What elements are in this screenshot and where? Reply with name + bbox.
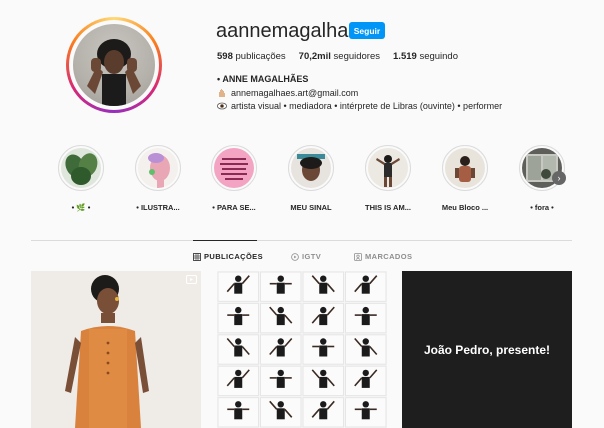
following-label: seguindo — [419, 51, 458, 62]
posts-label: publicações — [235, 51, 286, 62]
dancer-frame — [302, 397, 344, 428]
profile-stats: 598 publicações 70,2mil seguidores 1.519… — [217, 51, 458, 62]
portrait-icon — [455, 156, 475, 182]
post-caption-text: João Pedro, presente! — [423, 342, 551, 357]
dancer-frame — [345, 271, 387, 302]
post-thumbnail[interactable] — [217, 271, 387, 428]
highlight-item[interactable]: • ILUSTRA... — [126, 145, 190, 212]
highlight-label: Meu Bloco ... — [441, 203, 489, 212]
dancer-frame — [260, 397, 302, 428]
tab-label: MARCADOS — [365, 252, 413, 261]
highlight-item[interactable]: • PARA SE... — [202, 145, 266, 212]
post-photo-dance-grid — [217, 271, 387, 428]
tagged-icon — [354, 252, 362, 261]
dancer-frame — [260, 334, 302, 365]
tab-label: PUBLICAÇÕES — [204, 252, 263, 261]
dancer-frame — [217, 334, 259, 365]
bio-description: artista visual • mediadora • intérprete … — [231, 101, 503, 111]
active-tab-indicator — [193, 240, 257, 241]
avatar-illustration — [87, 39, 141, 106]
chevron-right-icon: › — [557, 173, 561, 183]
highlight-label: • fora • — [530, 203, 554, 212]
avatar-ring-gap — [69, 20, 159, 110]
highlight-label: THIS IS AM... — [365, 203, 411, 212]
dancer-frame — [345, 365, 387, 397]
highlight-label: • 🌿 • — [71, 203, 91, 212]
dancer-frame — [345, 302, 387, 334]
highlight-label: • PARA SE... — [212, 203, 256, 212]
avatar-photo — [73, 24, 155, 106]
post-thumbnail[interactable] — [31, 271, 201, 428]
dancer-frame — [217, 365, 259, 397]
highlight-item[interactable]: MEU SINAL — [279, 145, 343, 212]
story-highlights: • 🌿 • • ILUSTRA... • PARA SE... MEU SINA… — [58, 145, 580, 215]
tab-marcados[interactable]: MARCADOS — [354, 252, 412, 261]
dancer-frame — [302, 365, 344, 397]
posts-stat[interactable]: 598 publicações — [217, 51, 286, 62]
eye-icon — [217, 102, 227, 110]
following-count: 1.519 — [393, 51, 417, 62]
highlight-item[interactable]: • 🌿 • — [49, 145, 113, 212]
highlight-ring — [211, 145, 257, 191]
bio-email-line: annemagalhaes.art@gmail.com — [217, 88, 358, 98]
dancer-frame — [260, 365, 302, 397]
dancer-frame — [217, 302, 259, 334]
highlight-ring — [135, 145, 181, 191]
illustration-icon — [148, 153, 170, 188]
bio-email[interactable]: annemagalhaes.art@gmail.com — [231, 88, 358, 98]
follow-button[interactable]: Seguir — [349, 22, 385, 39]
highlight-item[interactable]: THIS IS AM... — [356, 145, 420, 212]
highlight-thumbnail — [138, 148, 178, 188]
video-icon — [186, 275, 197, 284]
highlight-thumbnail — [61, 148, 101, 188]
followers-stat[interactable]: 70,2mil seguidores — [299, 51, 380, 62]
dancer-frame — [302, 271, 344, 302]
dancer-frame — [260, 271, 302, 302]
dancer-icon — [376, 155, 400, 187]
tab-label: IGTV — [302, 252, 322, 261]
text-card-icon — [220, 158, 248, 180]
dancer-frame — [217, 271, 259, 302]
post-photo-woman-orange-dress — [31, 271, 201, 428]
followers-label: seguidores — [333, 51, 381, 62]
post-thumbnail[interactable]: João Pedro, presente! — [402, 271, 572, 428]
highlight-thumbnail — [445, 148, 485, 188]
highlights-next-button[interactable]: › — [552, 171, 566, 185]
dancer-frame — [302, 334, 344, 365]
profile-avatar[interactable] — [66, 17, 162, 113]
highlight-thumbnail — [291, 148, 331, 188]
highlight-item[interactable]: Meu Bloco ... — [433, 145, 497, 212]
highlight-ring — [58, 145, 104, 191]
highlight-ring — [442, 145, 488, 191]
highlight-ring — [365, 145, 411, 191]
selfie-icon — [297, 154, 325, 181]
highlight-label: MEU SINAL — [290, 203, 332, 212]
dancer-frame — [217, 397, 259, 428]
plant-icon — [65, 153, 98, 185]
dancer-frame — [345, 397, 387, 428]
highlight-ring — [288, 145, 334, 191]
dancer-frame — [260, 302, 302, 334]
following-stat[interactable]: 1.519 seguindo — [393, 51, 458, 62]
tab-publicacoes[interactable]: PUBLICAÇÕES — [193, 252, 263, 261]
igtv-icon — [291, 252, 299, 261]
tabs-divider — [31, 240, 572, 241]
profile-username: aannemagalhaes — [216, 20, 370, 42]
hand-sign-icon — [219, 89, 225, 97]
dancer-frame — [302, 302, 344, 334]
followers-count: 70,2mil — [298, 51, 331, 62]
dancer-frame — [345, 334, 387, 365]
highlight-label: • ILUSTRA... — [136, 203, 180, 212]
bio-description-line: artista visual • mediadora • intérprete … — [217, 101, 502, 111]
grid-icon — [193, 252, 201, 261]
highlight-thumbnail — [214, 148, 254, 188]
highlight-thumbnail — [368, 148, 408, 188]
tab-igtv[interactable]: IGTV — [291, 252, 321, 261]
bio-name: • ANNE MAGALHÃES — [217, 74, 309, 84]
posts-count: 598 — [217, 51, 233, 62]
